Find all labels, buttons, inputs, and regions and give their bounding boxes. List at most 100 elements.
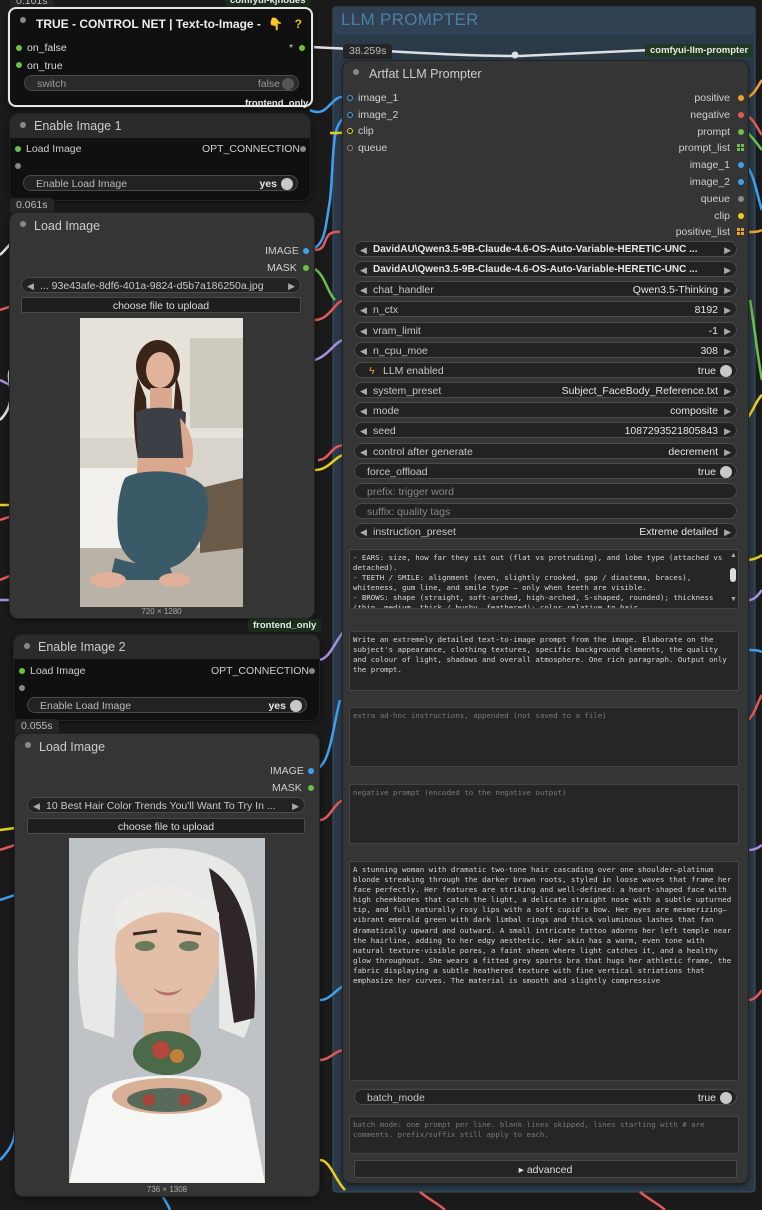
switch-toggle-widget[interactable]: switch false xyxy=(24,75,299,91)
load-image-2-file-combo[interactable]: ◀ 10 Best Hair Color Trends You'll Want … xyxy=(27,797,305,813)
widget-davidau-qwen3-5-9b-claude-4-6-os-auto-variable-heretic-unc-0[interactable]: ◀ DavidAU\Qwen3.5-9B-Claude-4.6-OS-Auto-V… xyxy=(354,241,737,257)
prev-arrow-icon[interactable]: ◀ xyxy=(360,444,367,460)
toggle-knob[interactable] xyxy=(720,465,732,478)
output-prompt-dot[interactable] xyxy=(738,128,744,135)
negative-prompt-input[interactable]: negative prompt (encoded to the negative… xyxy=(349,784,739,844)
llm-prompter-title[interactable]: Artfat LLM Prompter xyxy=(343,61,748,87)
preset-text-scrollbar[interactable]: ▲ ▼ xyxy=(729,552,737,606)
next-arrow-icon[interactable]: ▶ xyxy=(724,444,731,460)
widget-seed-9[interactable]: ◀ seed 1087293521805843 ▶ xyxy=(354,422,737,439)
output-negative-dot[interactable] xyxy=(738,111,744,118)
adhoc-instructions-input[interactable]: extra ad-hoc instructions, appended (not… xyxy=(349,707,739,767)
enable-image-1-node[interactable]: Enable Image 1 Load Image OPT_CONNECTION… xyxy=(10,114,310,200)
next-arrow-icon[interactable]: ▶ xyxy=(288,278,295,294)
switch-node-title[interactable]: TRUE - CONTROL NET | Text-to-Image - 👇 ? xyxy=(10,9,311,37)
prev-arrow-icon[interactable]: ◀ xyxy=(360,423,367,439)
help-icon[interactable]: ? xyxy=(295,17,302,31)
enable-load-image-2-knob[interactable] xyxy=(290,700,302,712)
widget-mode-8[interactable]: ◀ mode composite ▶ xyxy=(354,402,737,419)
prev-arrow-icon[interactable]: ◀ xyxy=(360,323,367,339)
group-title[interactable]: LLM PROMPTER xyxy=(341,10,479,30)
load-image-2-title[interactable]: Load Image xyxy=(15,734,319,760)
prev-arrow-icon[interactable]: ◀ xyxy=(360,262,367,278)
output-positive-list-dot[interactable] xyxy=(737,228,744,236)
widget-n-cpu-moe-5[interactable]: ◀ n_cpu_moe 308 ▶ xyxy=(354,341,737,359)
widget-davidau-qwen3-5-9b-claude-4-6-os-auto-variable-heretic-unc-1[interactable]: ◀ DavidAU\Qwen3.5-9B-Claude-4.6-OS-Auto-V… xyxy=(354,261,737,278)
input-queue-dot[interactable] xyxy=(347,145,353,151)
output-queue-dot[interactable] xyxy=(738,195,744,202)
enable-image-1-output-dot[interactable] xyxy=(300,146,306,152)
system-preset-text[interactable]: - EARS: size, how far they sit out (flat… xyxy=(349,549,739,609)
load-image-1-output-image-dot[interactable] xyxy=(303,248,309,254)
next-arrow-icon[interactable]: ▶ xyxy=(292,798,299,814)
widget-n-ctx-3[interactable]: ◀ n_ctx 8192 ▶ xyxy=(354,301,737,318)
prev-arrow-icon[interactable]: ◀ xyxy=(360,282,367,298)
load-image-1-upload-button[interactable]: choose file to upload xyxy=(21,297,301,313)
prev-arrow-icon[interactable]: ◀ xyxy=(33,798,40,814)
next-arrow-icon[interactable]: ▶ xyxy=(724,383,731,399)
enable-image-2-output-dot[interactable] xyxy=(309,668,315,674)
on-false-input-dot[interactable] xyxy=(16,45,22,51)
load-image-1-title[interactable]: Load Image xyxy=(10,213,314,239)
llm-prompter-node[interactable]: Artfat LLM Prompter image_1 image_2 clip… xyxy=(343,61,748,1183)
load-image-1-file-combo[interactable]: ◀ ... 93e43afe-8df6-401a-9824-d5b7a18625… xyxy=(21,277,301,293)
output-clip-dot[interactable] xyxy=(738,212,744,219)
output-image-2-dot[interactable] xyxy=(738,179,744,185)
input-image-1-dot[interactable] xyxy=(347,95,353,101)
advanced-button[interactable]: ▸ advanced xyxy=(354,1160,737,1178)
enable-load-image-1-knob[interactable] xyxy=(281,178,293,190)
batch-mode-knob[interactable] xyxy=(720,1092,732,1104)
enable-image-1-title[interactable]: Enable Image 1 xyxy=(10,114,310,138)
widget-suffix--13[interactable]: suffix: quality tags xyxy=(354,502,737,519)
widget-force-offload-11[interactable]: force_offload true xyxy=(354,462,737,479)
enable-load-image-1-toggle[interactable]: Enable Load Image yes xyxy=(23,175,298,191)
on-true-input-dot[interactable] xyxy=(16,62,22,68)
input-image-2-dot[interactable] xyxy=(347,112,353,118)
prev-arrow-icon[interactable]: ◀ xyxy=(360,343,367,359)
load-image-1-output-mask-dot[interactable] xyxy=(303,265,309,271)
next-arrow-icon[interactable]: ▶ xyxy=(724,302,731,318)
load-image-2-output-image-dot[interactable] xyxy=(308,768,314,774)
output-prompt-text[interactable]: A stunning woman with dramatic two-tone … xyxy=(349,861,739,1081)
batch-mode-help-text[interactable]: batch mode: one prompt per line. blank l… xyxy=(349,1116,739,1154)
next-arrow-icon[interactable]: ▶ xyxy=(724,282,731,298)
prev-arrow-icon[interactable]: ◀ xyxy=(27,278,34,294)
next-arrow-icon[interactable]: ▶ xyxy=(724,323,731,339)
enable-image-2-extra-dot[interactable] xyxy=(19,685,25,691)
enable-image-1-extra-dot[interactable] xyxy=(15,163,21,169)
output-prompt-list-dot[interactable] xyxy=(737,144,744,152)
next-arrow-icon[interactable]: ▶ xyxy=(724,423,731,439)
enable-image-1-input-dot[interactable] xyxy=(15,146,21,152)
prev-arrow-icon[interactable]: ◀ xyxy=(360,403,367,419)
load-image-1-node[interactable]: Load Image IMAGE MASK ◀ ... 93e43afe-8df… xyxy=(10,213,314,618)
widget-prefix--12[interactable]: prefix: trigger word xyxy=(354,482,737,499)
prev-arrow-icon[interactable]: ◀ xyxy=(360,302,367,318)
toggle-knob[interactable] xyxy=(720,364,732,377)
prev-arrow-icon[interactable]: ◀ xyxy=(360,242,367,258)
next-arrow-icon[interactable]: ▶ xyxy=(724,262,731,278)
next-arrow-icon[interactable]: ▶ xyxy=(724,242,731,258)
load-image-2-node[interactable]: Load Image IMAGE MASK ◀ 10 Best Hair Col… xyxy=(15,734,319,1196)
widget-control-10[interactable]: ◀ control after generate decrement ▶ xyxy=(354,442,737,460)
switch-node[interactable]: TRUE - CONTROL NET | Text-to-Image - 👇 ?… xyxy=(8,7,313,107)
widget-llm-6[interactable]: LLM enabled ϟ true xyxy=(354,361,737,378)
load-image-2-upload-button[interactable]: choose file to upload xyxy=(27,818,305,834)
output-positive-dot[interactable] xyxy=(738,95,744,101)
widget-instruction-preset-14[interactable]: ◀ instruction_preset Extreme detailed ▶ xyxy=(354,523,737,540)
output-star-dot[interactable] xyxy=(299,45,305,51)
enable-image-2-node[interactable]: Enable Image 2 Load Image OPT_CONNECTION… xyxy=(14,635,319,720)
batch-mode-toggle[interactable]: batch_mode true xyxy=(354,1089,737,1105)
next-arrow-icon[interactable]: ▶ xyxy=(724,343,731,359)
next-arrow-icon[interactable]: ▶ xyxy=(724,524,731,540)
prev-arrow-icon[interactable]: ◀ xyxy=(360,524,367,540)
instruction-text[interactable]: Write an extremely detailed text-to-imag… xyxy=(349,631,739,691)
output-image-1-dot[interactable] xyxy=(738,162,744,169)
next-arrow-icon[interactable]: ▶ xyxy=(724,403,731,419)
prev-arrow-icon[interactable]: ◀ xyxy=(360,383,367,399)
enable-image-2-input-dot[interactable] xyxy=(19,668,25,674)
enable-load-image-2-toggle[interactable]: Enable Load Image yes xyxy=(27,697,307,713)
widget-chat-handler-2[interactable]: ◀ chat_handler Qwen3.5-Thinking ▶ xyxy=(354,281,737,298)
widget-vram-limit-4[interactable]: ◀ vram_limit -1 ▶ xyxy=(354,321,737,339)
load-image-2-output-mask-dot[interactable] xyxy=(308,785,314,791)
input-clip-dot[interactable] xyxy=(347,128,353,134)
